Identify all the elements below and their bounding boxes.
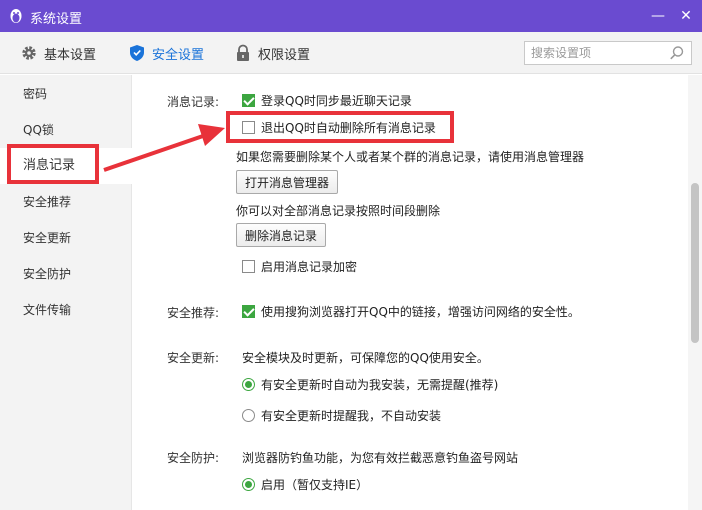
settings-tabbar: 基本设置 安全设置 权限设置 [0, 32, 702, 74]
radio-selected-icon[interactable] [242, 378, 255, 391]
option-label: 启用（暂仅支持IE） [261, 478, 369, 492]
section-label-security-update: 安全更新: [167, 351, 220, 365]
vertical-scrollbar[interactable] [688, 75, 702, 510]
sidebar-item-security-recommend[interactable]: 安全推荐 [0, 184, 132, 220]
minimize-button[interactable]: — [648, 6, 668, 26]
sidebar-item-label: 文件传输 [23, 303, 72, 317]
option-label: 启用消息记录加密 [261, 260, 358, 274]
sogou-browser-checkbox[interactable]: 使用搜狗浏览器打开QQ中的链接，增强访问网络的安全性。 [242, 303, 580, 320]
tab-basic-settings[interactable]: 基本设置 [20, 32, 96, 74]
title-bar: 系统设置 — ✕ [0, 0, 702, 32]
anti-phishing-enable-radio[interactable]: 启用（暂仅支持IE） [242, 476, 368, 493]
search-icon[interactable] [669, 45, 685, 61]
tab-security-settings[interactable]: 安全设置 [128, 32, 204, 74]
auto-install-radio[interactable]: 有安全更新时自动为我安装，无需提醒(推荐) [242, 376, 498, 393]
scrollbar-thumb[interactable] [691, 183, 699, 343]
sync-recent-chat-checkbox[interactable]: 登录QQ时同步最近聊天记录 [242, 92, 412, 109]
shield-icon [130, 45, 144, 61]
search-box[interactable] [524, 41, 692, 65]
highlight-box-option [226, 111, 454, 143]
tab-label: 基本设置 [44, 47, 97, 63]
search-input[interactable] [531, 45, 665, 61]
sidebar-item-qq-lock[interactable]: QQ锁 [0, 112, 132, 148]
radio-unselected-icon[interactable] [242, 409, 255, 422]
open-message-manager-button[interactable]: 打开消息管理器 [236, 170, 339, 194]
sidebar-item-label: 密码 [23, 87, 48, 101]
sidebar-item-password[interactable]: 密码 [0, 76, 132, 112]
gear-icon [22, 46, 36, 60]
remind-only-radio[interactable]: 有安全更新时提醒我，不自动安装 [242, 407, 441, 424]
sidebar-item-security-update[interactable]: 安全更新 [0, 220, 132, 256]
checkbox-unchecked-icon[interactable] [242, 260, 255, 273]
window-title: 系统设置 [30, 12, 83, 27]
section-label-security-recommend: 安全推荐: [167, 306, 220, 320]
manager-hint-text: 如果您需要删除某个人或者某个群的消息记录，请使用消息管理器 [236, 150, 585, 164]
highlight-box-sidebar [7, 144, 99, 184]
tab-label: 安全设置 [152, 47, 205, 63]
radio-selected-icon[interactable] [242, 478, 255, 491]
sidebar: 密码 QQ锁 消息记录 安全推荐 安全更新 安全防护 文件传输 [0, 75, 132, 510]
lock-icon [237, 44, 249, 61]
qq-penguin-icon [10, 9, 22, 23]
delete-by-time-hint-text: 你可以对全部消息记录按照时间段删除 [236, 204, 441, 218]
sidebar-item-label: QQ锁 [23, 123, 54, 137]
sidebar-item-label: 安全更新 [23, 231, 72, 245]
sidebar-item-file-transfer[interactable]: 文件传输 [0, 292, 132, 328]
sidebar-item-label: 安全防护 [23, 267, 72, 281]
checkbox-checked-icon[interactable] [242, 94, 255, 107]
sidebar-item-label: 安全推荐 [23, 195, 72, 209]
security-update-desc: 安全模块及时更新，可保障您的QQ使用安全。 [242, 351, 489, 365]
tab-label: 权限设置 [258, 47, 311, 63]
sidebar-item-security-protect[interactable]: 安全防护 [0, 256, 132, 292]
option-label: 使用搜狗浏览器打开QQ中的链接，增强访问网络的安全性。 [261, 305, 580, 319]
tab-permission-settings[interactable]: 权限设置 [234, 32, 310, 74]
section-label-message-record: 消息记录: [167, 95, 220, 109]
option-label: 有安全更新时自动为我安装，无需提醒(推荐) [261, 378, 499, 392]
option-label: 有安全更新时提醒我，不自动安装 [261, 409, 442, 423]
section-label-security-protect: 安全防护: [167, 451, 220, 465]
close-button[interactable]: ✕ [676, 6, 696, 26]
encrypt-message-record-checkbox[interactable]: 启用消息记录加密 [242, 258, 357, 275]
option-label: 登录QQ时同步最近聊天记录 [261, 94, 412, 108]
security-protect-desc: 浏览器防钓鱼功能，为您有效拦截恶意钓鱼盗号网站 [242, 451, 519, 465]
delete-message-record-button[interactable]: 删除消息记录 [236, 223, 327, 247]
checkbox-checked-icon[interactable] [242, 305, 255, 318]
